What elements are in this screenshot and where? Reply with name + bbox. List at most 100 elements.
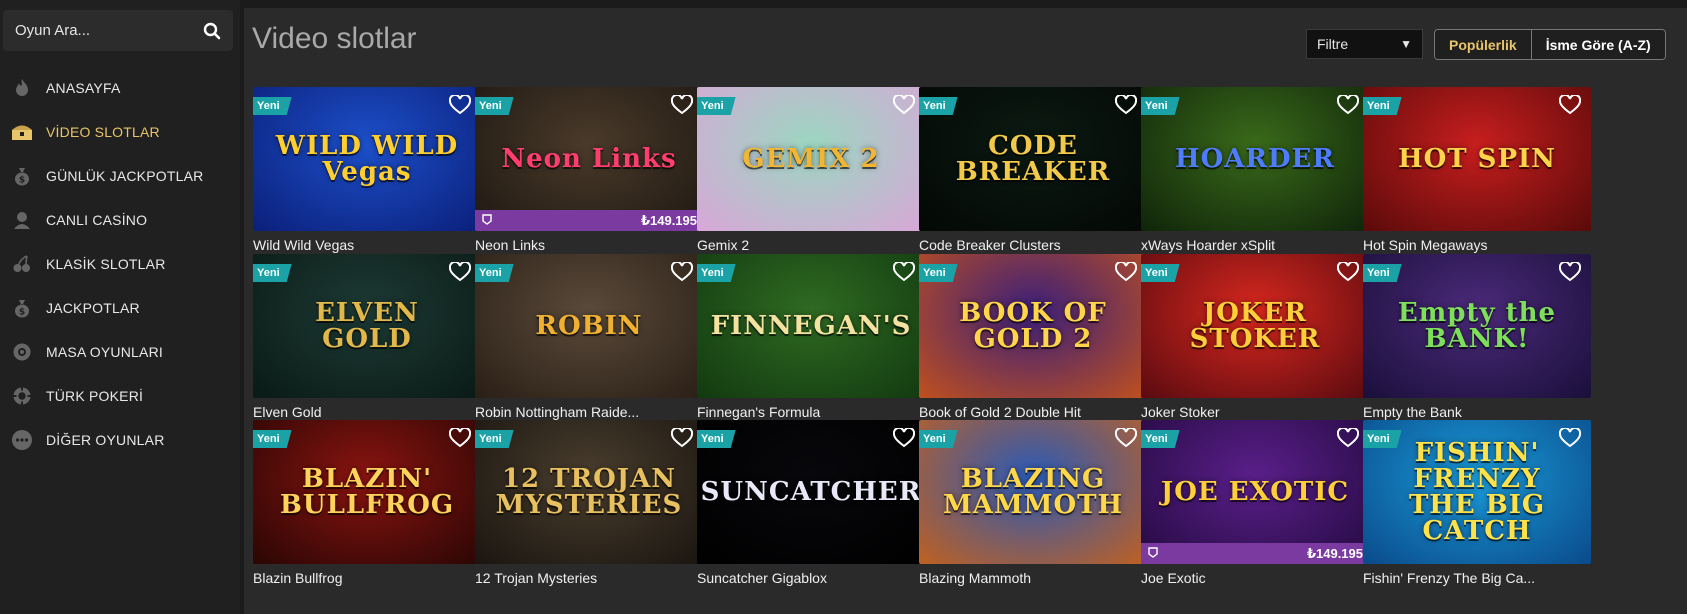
new-badge: Yeni xyxy=(253,97,292,115)
jackpot-amount: ₺149.195 xyxy=(640,212,697,228)
game-card[interactable]: Empty the BANK! Yeni Empty the Bank xyxy=(1363,254,1591,430)
favorite-heart-icon[interactable] xyxy=(1336,426,1360,448)
game-name[interactable]: Finnegan's Formula xyxy=(697,404,925,420)
game-card[interactable]: HOARDER Yeni xWays Hoarder xSplit xyxy=(1141,87,1369,263)
svg-text:$: $ xyxy=(19,176,25,186)
game-logo: CODE BREAKER xyxy=(955,131,1111,187)
game-name[interactable]: Wild Wild Vegas xyxy=(253,237,481,253)
game-thumbnail[interactable]: SUNCATCHER Yeni xyxy=(697,420,925,564)
game-thumbnail[interactable]: GEMIX 2 Yeni xyxy=(697,87,925,231)
game-card[interactable]: ELVEN GOLD Yeni Elven Gold xyxy=(253,254,481,430)
favorite-heart-icon[interactable] xyxy=(670,426,694,448)
sidebar-item-masa-oyunlari[interactable]: MASA OYUNLARI xyxy=(0,330,240,374)
game-name[interactable]: Joe Exotic xyxy=(1141,570,1369,586)
game-name[interactable]: Joker Stoker xyxy=(1141,404,1369,420)
favorite-heart-icon[interactable] xyxy=(1114,93,1138,115)
game-card[interactable]: ROBIN Yeni Robin Nottingham Raide... xyxy=(475,254,703,430)
game-name[interactable]: Blazing Mammoth xyxy=(919,570,1147,586)
favorite-heart-icon[interactable] xyxy=(1114,426,1138,448)
game-thumbnail[interactable]: Empty the BANK! Yeni xyxy=(1363,254,1591,398)
game-thumbnail[interactable]: BLAZIN' BULLFROG Yeni xyxy=(253,420,481,564)
dealer-icon xyxy=(10,208,34,232)
game-name[interactable]: Fishin' Frenzy The Big Ca... xyxy=(1363,570,1591,586)
favorite-heart-icon[interactable] xyxy=(1558,426,1582,448)
game-card[interactable]: CODE BREAKER Yeni Code Breaker Clusters xyxy=(919,87,1147,263)
game-card[interactable]: FINNEGAN'S Yeni Finnegan's Formula xyxy=(697,254,925,430)
game-card[interactable]: GEMIX 2 Yeni Gemix 2 xyxy=(697,87,925,263)
game-thumbnail[interactable]: FINNEGAN'S Yeni xyxy=(697,254,925,398)
favorite-heart-icon[interactable] xyxy=(1114,260,1138,282)
search-box[interactable]: Oyun Ara... xyxy=(3,10,233,51)
game-thumbnail[interactable]: WILD WILD Vegas Yeni xyxy=(253,87,481,231)
game-name[interactable]: Elven Gold xyxy=(253,404,481,420)
game-logo: ROBIN xyxy=(535,311,643,341)
game-card[interactable]: Neon Links Yeni ₺149.195 Neon Links xyxy=(475,87,703,263)
game-name[interactable]: Hot Spin Megaways xyxy=(1363,237,1591,253)
chevron-down-icon: ▼ xyxy=(1400,37,1412,51)
favorite-heart-icon[interactable] xyxy=(448,93,472,115)
favorite-heart-icon[interactable] xyxy=(892,426,916,448)
favorite-heart-icon[interactable] xyxy=(1336,93,1360,115)
game-name[interactable]: Code Breaker Clusters xyxy=(919,237,1147,253)
game-thumbnail[interactable]: ELVEN GOLD Yeni xyxy=(253,254,481,398)
game-name[interactable]: Blazin Bullfrog xyxy=(253,570,481,586)
game-logo: Neon Links xyxy=(501,144,677,174)
sidebar-item-klasi-k-slotlar[interactable]: KLASİK SLOTLAR xyxy=(0,242,240,286)
game-thumbnail[interactable]: JOE EXOTIC Yeni ₺149.195 xyxy=(1141,420,1369,564)
game-card[interactable]: BOOK OF GOLD 2 Yeni Book of Gold 2 Double … xyxy=(919,254,1147,430)
game-thumbnail[interactable]: FISHIN' FRENZY THE BIG CATCH Yeni xyxy=(1363,420,1591,564)
game-name[interactable]: Suncatcher Gigablox xyxy=(697,570,925,586)
game-card[interactable]: BLAZING MAMMOTH Yeni Blazing Mammoth xyxy=(919,420,1147,596)
favorite-heart-icon[interactable] xyxy=(448,426,472,448)
game-card[interactable]: BLAZIN' BULLFROG Yeni Blazin Bullfrog xyxy=(253,420,481,596)
sidebar-item-jackpotlar[interactable]: $ JACKPOTLAR xyxy=(0,286,240,330)
game-thumbnail[interactable]: Neon Links Yeni ₺149.195 xyxy=(475,87,703,231)
sidebar-item-türk-pokeri-[interactable]: TÜRK POKERİ xyxy=(0,374,240,418)
game-card[interactable]: JOE EXOTIC Yeni ₺149.195 Joe Exotic xyxy=(1141,420,1369,596)
game-name[interactable]: Gemix 2 xyxy=(697,237,925,253)
game-logo: BOOK OF GOLD 2 xyxy=(959,298,1107,354)
sidebar-item-günlük-jackpotlar[interactable]: $ GÜNLÜK JACKPOTLAR xyxy=(0,154,240,198)
game-card[interactable]: HOT SPIN Yeni Hot Spin Megaways xyxy=(1363,87,1591,263)
sort-alphabetical-button[interactable]: İsme Göre (A-Z) xyxy=(1531,30,1665,59)
sort-popular-button[interactable]: Popülerlik xyxy=(1435,30,1532,59)
game-thumbnail[interactable]: BOOK OF GOLD 2 Yeni xyxy=(919,254,1147,398)
game-logo: BLAZING MAMMOTH xyxy=(942,464,1124,520)
search-icon[interactable] xyxy=(203,22,221,40)
game-name[interactable]: xWays Hoarder xSplit xyxy=(1141,237,1369,253)
game-thumbnail[interactable]: HOT SPIN Yeni xyxy=(1363,87,1591,231)
filter-dropdown[interactable]: Filtre ▼ xyxy=(1306,29,1423,59)
favorite-heart-icon[interactable] xyxy=(1558,93,1582,115)
sidebar: Oyun Ara... ANASAYFA VİDEO SLOTLAR $ GÜNLÜK… xyxy=(0,0,240,614)
game-card[interactable]: WILD WILD Vegas Yeni Wild Wild Vegas xyxy=(253,87,481,263)
game-card[interactable]: JOKER STOKER Yeni Joker Stoker xyxy=(1141,254,1369,430)
game-thumbnail[interactable]: CODE BREAKER Yeni xyxy=(919,87,1147,231)
sidebar-item-canli-casi-no[interactable]: CANLI CASİNO xyxy=(0,198,240,242)
game-thumbnail[interactable]: HOARDER Yeni xyxy=(1141,87,1369,231)
game-card[interactable]: SUNCATCHER Yeni Suncatcher Gigablox xyxy=(697,420,925,596)
sidebar-item-anasayfa[interactable]: ANASAYFA xyxy=(0,66,240,110)
sidebar-item-di-ğer-oyunlar[interactable]: DİĞER OYUNLAR xyxy=(0,418,240,462)
game-name[interactable]: 12 Trojan Mysteries xyxy=(475,570,703,586)
game-name[interactable]: Neon Links xyxy=(475,237,703,253)
main-content: Video slotlar Filtre ▼ Popülerlik İsme G… xyxy=(244,8,1687,614)
search-input[interactable]: Oyun Ara... xyxy=(15,22,203,39)
game-name[interactable]: Robin Nottingham Raide... xyxy=(475,404,703,420)
favorite-heart-icon[interactable] xyxy=(670,93,694,115)
sidebar-item-label: CANLI CASİNO xyxy=(46,212,148,228)
favorite-heart-icon[interactable] xyxy=(1558,260,1582,282)
game-thumbnail[interactable]: ROBIN Yeni xyxy=(475,254,703,398)
game-thumbnail[interactable]: 12 TROJAN MYSTERIES Yeni xyxy=(475,420,703,564)
game-card[interactable]: 12 TROJAN MYSTERIES Yeni 12 Trojan Mysteri… xyxy=(475,420,703,596)
game-name[interactable]: Empty the Bank xyxy=(1363,404,1591,420)
favorite-heart-icon[interactable] xyxy=(892,260,916,282)
game-thumbnail[interactable]: BLAZING MAMMOTH Yeni xyxy=(919,420,1147,564)
game-card[interactable]: FISHIN' FRENZY THE BIG CATCH Yeni Fishin' … xyxy=(1363,420,1591,596)
sidebar-item-vi-deo-slotlar[interactable]: VİDEO SLOTLAR xyxy=(0,110,240,154)
favorite-heart-icon[interactable] xyxy=(1336,260,1360,282)
game-thumbnail[interactable]: JOKER STOKER Yeni xyxy=(1141,254,1369,398)
favorite-heart-icon[interactable] xyxy=(670,260,694,282)
game-name[interactable]: Book of Gold 2 Double Hit xyxy=(919,404,1147,420)
favorite-heart-icon[interactable] xyxy=(892,93,916,115)
favorite-heart-icon[interactable] xyxy=(448,260,472,282)
